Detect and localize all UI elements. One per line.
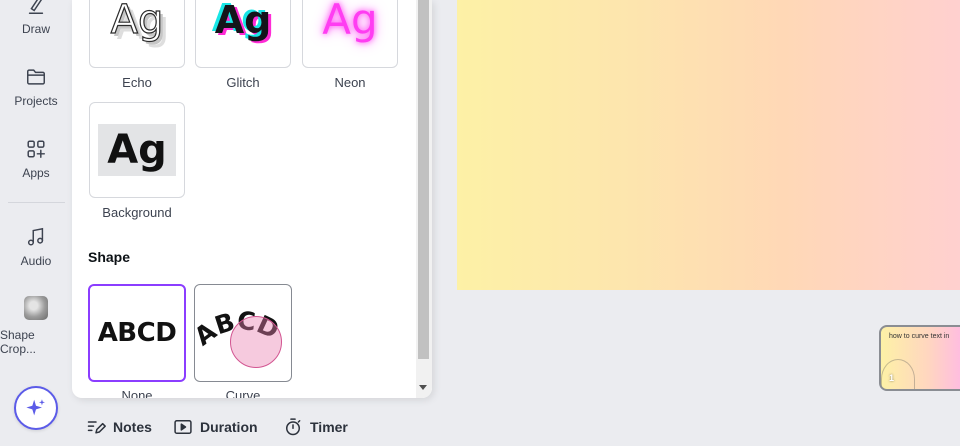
shape-crop-app-icon (24, 296, 48, 320)
effect-echo-label: Echo (122, 75, 152, 90)
duration-button[interactable]: Duration (173, 416, 258, 438)
sidebar-item-audio[interactable]: Audio (0, 226, 72, 268)
background-preview: Ag (107, 127, 167, 173)
left-sidebar: Draw Projects Apps Audio Shape Crop... (0, 0, 72, 446)
sidebar-item-label: Apps (22, 166, 50, 180)
scroll-down-arrow-icon[interactable] (419, 385, 427, 390)
sidebar-item-label: Audio (20, 254, 52, 268)
background-preview-box: Ag (98, 124, 176, 176)
sidebar-item-label: Shape Crop... (0, 328, 37, 356)
effect-neon-tile[interactable]: Ag (302, 0, 398, 68)
effect-glitch-label: Glitch (226, 75, 260, 90)
music-note-icon (27, 227, 44, 246)
sparkle-icon (26, 399, 45, 416)
effects-panel: Ag Echo Ag Glitch Ag Neon Ag Background … (72, 0, 432, 398)
glitch-preview: Ag (214, 0, 272, 42)
neon-preview: Ag (322, 0, 378, 44)
duration-label: Duration (200, 419, 258, 435)
play-box-icon (174, 420, 192, 434)
shape-none-preview: ABCD (97, 318, 177, 348)
sidebar-item-shape-crop[interactable]: Shape Crop... (0, 296, 72, 356)
shape-none-tile[interactable]: ABCD (88, 284, 186, 382)
shape-curve-label: Curve (225, 388, 261, 398)
effect-glitch-tile[interactable]: Ag (195, 0, 291, 68)
folder-icon (27, 69, 45, 85)
shape-section-title: Shape (88, 249, 131, 265)
page-thumbnail[interactable]: how to curve text in 1 (879, 325, 960, 391)
timer-label: Timer (310, 419, 348, 435)
effect-background-label: Background (102, 205, 172, 220)
thumbnail-title: how to curve text in (889, 333, 950, 340)
effect-neon-label: Neon (334, 75, 366, 90)
thumbnail-arc-decoration (881, 359, 915, 389)
notes-button[interactable]: Notes (86, 416, 152, 438)
shape-none-label: None (121, 388, 153, 398)
timer-button[interactable]: Timer (283, 416, 348, 438)
sidebar-item-draw[interactable]: Draw (0, 0, 72, 36)
panel-scrollbar-thumb[interactable] (418, 0, 429, 359)
echo-preview: Ag (110, 0, 164, 43)
notes-icon (87, 421, 106, 434)
shape-curve-tile[interactable]: ABCD (194, 284, 292, 382)
draw-icon (28, 0, 44, 14)
sidebar-item-projects[interactable]: Projects (0, 66, 72, 108)
effect-background-tile[interactable]: Ag (89, 102, 185, 198)
sidebar-divider (8, 202, 65, 203)
sidebar-item-apps[interactable]: Apps (0, 138, 72, 180)
thumbnail-page-number: 1 (889, 373, 895, 383)
effect-echo-tile[interactable]: Ag (89, 0, 185, 68)
notes-label: Notes (113, 419, 152, 435)
sidebar-item-label: Draw (21, 22, 50, 36)
stopwatch-icon (286, 418, 301, 436)
magic-assistant-button[interactable] (14, 386, 58, 430)
design-canvas[interactable] (457, 0, 960, 290)
sidebar-item-label: Projects (14, 94, 58, 108)
curve-handle-circle (230, 316, 282, 368)
apps-icon (27, 140, 45, 158)
